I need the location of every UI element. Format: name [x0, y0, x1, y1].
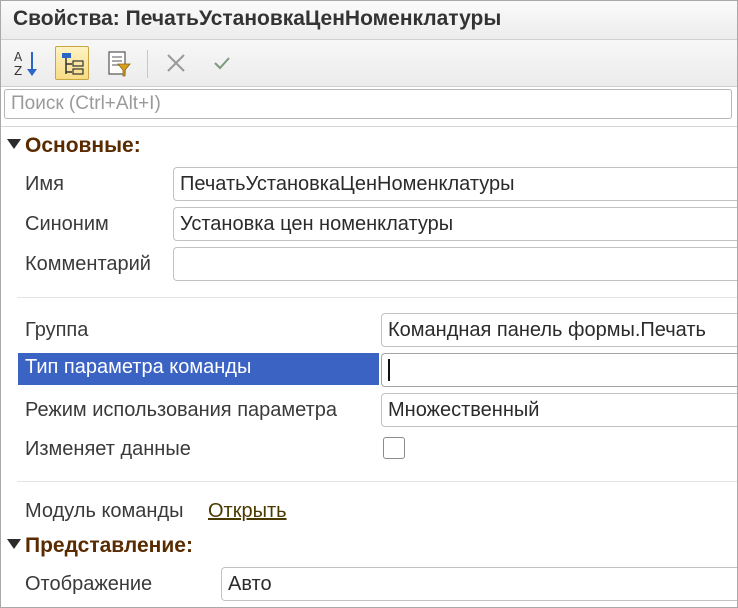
toolbar: A Z	[1, 40, 737, 87]
divider	[1, 126, 737, 127]
display-field[interactable]: Авто	[221, 567, 737, 601]
svg-text:A: A	[14, 50, 23, 64]
group-by-category-icon	[62, 53, 84, 75]
text-caret	[388, 359, 390, 381]
group-field[interactable]: Командная панель формы.Печать	[381, 313, 737, 347]
open-module-link[interactable]: Открыть	[208, 500, 287, 523]
svg-text:Z: Z	[14, 64, 22, 78]
command-module-label: Модуль команды	[25, 500, 184, 522]
collapse-triangle-icon	[7, 539, 21, 549]
synonym-label: Синоним	[25, 213, 109, 235]
close-icon	[167, 54, 185, 72]
section-main-title: Основные:	[25, 134, 141, 157]
section-presentation-title: Представление:	[25, 534, 193, 557]
param-mode-field[interactable]: Множественный	[381, 393, 737, 427]
section-presentation-header[interactable]: Представление:	[7, 534, 193, 558]
sort-alphabetical-icon: A Z	[14, 50, 37, 78]
apply-button[interactable]	[205, 46, 239, 80]
comment-label: Комментарий	[25, 253, 151, 275]
section-main-header[interactable]: Основные:	[7, 134, 141, 158]
collapse-triangle-icon	[7, 139, 21, 149]
filter-properties-button[interactable]	[101, 46, 135, 80]
sort-alphabetical-button[interactable]: A Z	[9, 46, 43, 80]
title-bar: Свойства: ПечатьУстановкаЦенНоменклатуры	[1, 1, 737, 40]
group-by-category-button[interactable]	[55, 46, 89, 80]
modifies-data-label: Изменяет данные	[25, 438, 191, 460]
checkmark-icon	[214, 57, 230, 70]
divider	[17, 481, 737, 482]
param-mode-label: Режим использования параметра	[25, 399, 338, 421]
name-label: Имя	[25, 173, 64, 195]
toolbar-separator	[147, 50, 148, 78]
comment-field[interactable]	[173, 247, 737, 281]
synonym-field[interactable]: Установка цен номенклатуры	[173, 207, 737, 241]
group-label: Группа	[25, 319, 89, 341]
display-label: Отображение	[25, 573, 153, 595]
properties-window: Свойства: ПечатьУстановкаЦенНоменклатуры…	[0, 0, 738, 608]
window-title: Свойства: ПечатьУстановкаЦенНоменклатуры	[13, 7, 502, 30]
filter-properties-icon	[108, 51, 131, 77]
delete-button[interactable]	[159, 46, 193, 80]
command-param-type-field[interactable]	[381, 353, 737, 387]
command-param-type-label[interactable]: Тип параметра команды	[18, 353, 379, 385]
divider	[17, 297, 737, 298]
search-input[interactable]: Поиск (Ctrl+Alt+I)	[4, 89, 732, 119]
name-field[interactable]: ПечатьУстановкаЦенНоменклатуры	[173, 167, 737, 201]
modifies-data-checkbox[interactable]	[383, 437, 405, 459]
